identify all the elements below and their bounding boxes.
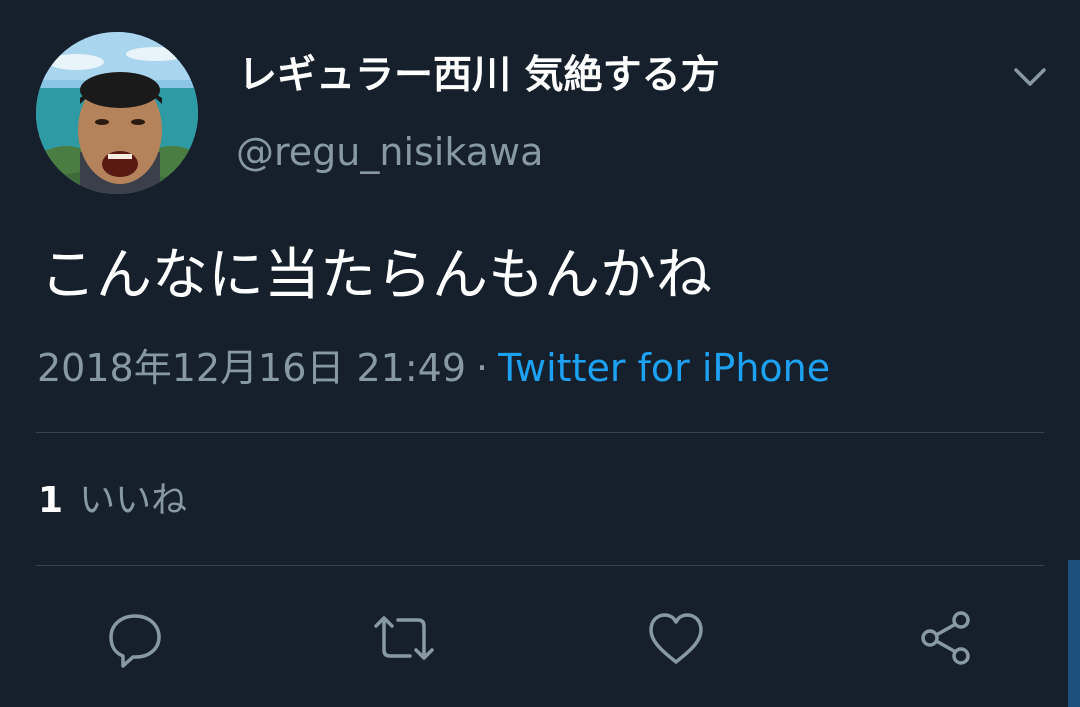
tweet-timestamp[interactable]: 2018年12月16日 21:49: [37, 346, 466, 390]
tweet-source-link[interactable]: Twitter for iPhone: [498, 346, 830, 390]
reply-icon: [109, 614, 161, 668]
chevron-down-icon: [1014, 68, 1046, 86]
retweet-button[interactable]: [372, 606, 436, 670]
avatar[interactable]: [36, 32, 198, 194]
scrollbar[interactable]: [1068, 560, 1080, 707]
reply-button[interactable]: [103, 606, 167, 670]
likes-count: 1: [38, 480, 64, 521]
avatar-image: [36, 32, 198, 194]
share-icon: [921, 611, 970, 665]
likes-label: いいね: [79, 480, 188, 521]
divider: [36, 565, 1044, 566]
likes-summary[interactable]: 1 いいね: [38, 478, 187, 524]
tweet-text: こんなに当たらんもんかね: [40, 243, 712, 308]
author-display-name[interactable]: レギュラー西川 気絶する方: [238, 52, 720, 100]
like-button[interactable]: [644, 606, 708, 670]
heart-icon: [649, 613, 703, 664]
retweet-icon: [374, 616, 434, 660]
tweet-menu-button[interactable]: [1008, 60, 1052, 94]
share-button[interactable]: [914, 606, 978, 670]
divider: [36, 432, 1044, 433]
meta-separator: ·: [476, 346, 489, 390]
author-handle[interactable]: @regu_nisikawa: [236, 128, 543, 176]
tweet-meta: 2018年12月16日 21:49 · Twitter for iPhone: [37, 344, 830, 392]
